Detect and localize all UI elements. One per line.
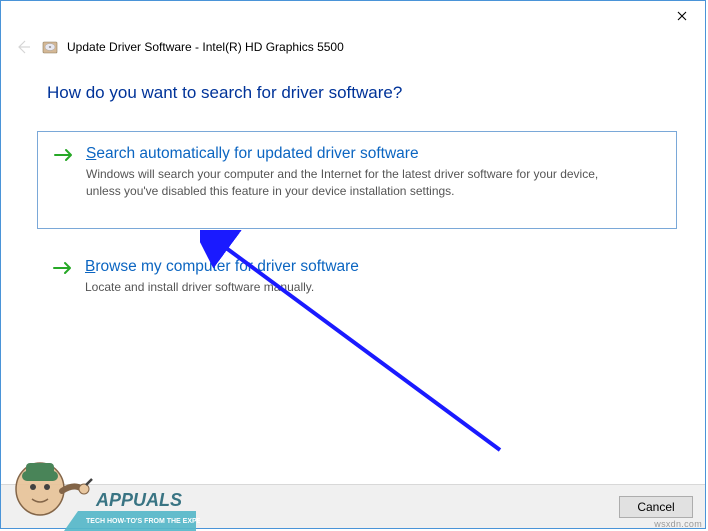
option-auto-title: Search automatically for updated driver … [86,144,660,164]
titlebar [1,1,705,31]
disk-icon [41,38,59,56]
option-auto-description: Windows will search your computer and th… [86,166,660,200]
option-text: Browse my computer for driver software L… [85,257,661,296]
url-watermark: wsxdn.com [654,519,702,529]
back-button [13,37,33,57]
arrow-right-icon [53,261,73,280]
question-heading: How do you want to search for driver sof… [47,83,677,103]
option-search-automatically[interactable]: Search automatically for updated driver … [37,131,677,229]
back-arrow-icon [15,39,31,55]
update-driver-dialog: Update Driver Software - Intel(R) HD Gra… [0,0,706,529]
option-browse-computer[interactable]: Browse my computer for driver software L… [37,245,677,312]
option-browse-description: Locate and install driver software manua… [85,279,661,296]
content-area: How do you want to search for driver sof… [1,65,705,312]
dialog-title: Update Driver Software - Intel(R) HD Gra… [67,40,344,54]
cancel-button[interactable]: Cancel [619,496,693,518]
header-row: Update Driver Software - Intel(R) HD Gra… [1,31,705,65]
close-button[interactable] [659,1,705,31]
close-icon [677,11,687,21]
dialog-footer: Cancel [1,484,705,528]
arrow-right-icon [54,148,74,167]
option-text: Search automatically for updated driver … [86,144,660,200]
option-browse-title: Browse my computer for driver software [85,257,661,277]
